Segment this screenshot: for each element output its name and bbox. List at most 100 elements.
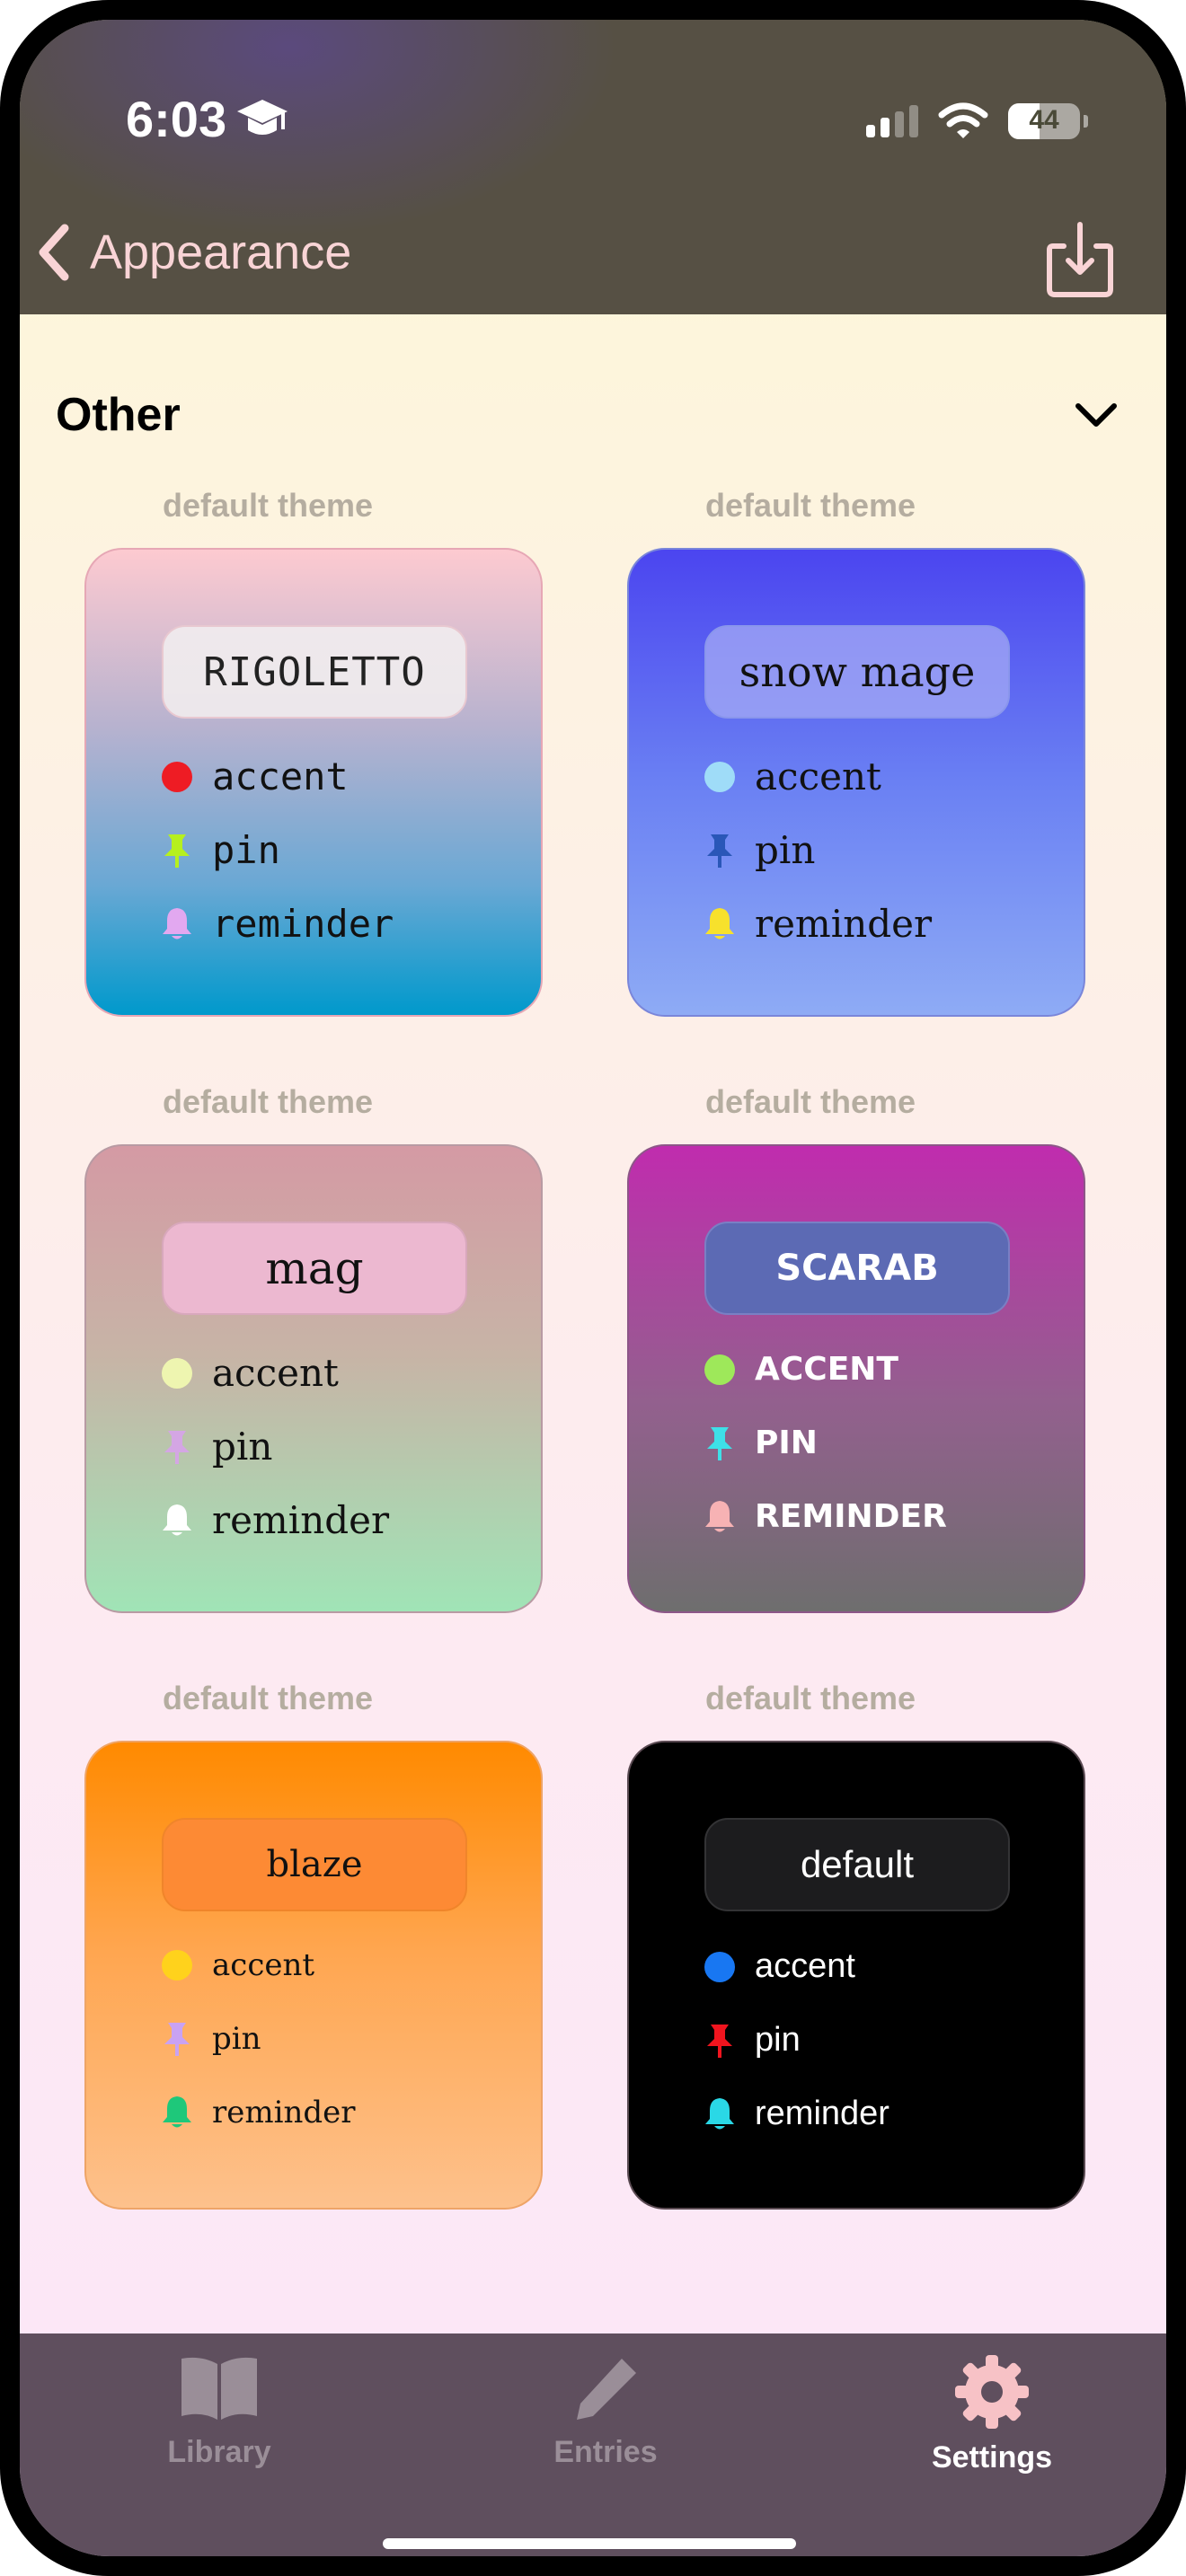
theme-card-snow-mage[interactable]: snow mage accent pin reminder [627,548,1085,1017]
theme-name: blaze [266,1844,363,1885]
graduation-cap-icon [237,99,288,135]
accent-row: accent [703,754,881,798]
battery-level: 44 [1029,105,1059,135]
pin-row: pin [160,2021,261,2057]
pin-label: pin [212,2021,261,2057]
reminder-row: reminder [160,2095,356,2130]
bell-icon [163,1504,191,1535]
pin-row: pin [703,2021,801,2060]
accent-row: accent [160,754,349,798]
export-icon[interactable] [1044,219,1116,300]
theme-name: RIGOLETTO [203,648,426,695]
status-time: 6:03 [126,90,289,148]
accent-dot [704,1354,735,1385]
pin-label: pin [212,828,280,872]
app-screen: 6:03 44 Appearance Other default theme d… [20,20,1166,2556]
theme-caption: default theme [162,487,374,524]
pin-icon [707,1426,732,1460]
accent-dot [162,1950,192,1981]
home-indicator[interactable] [383,2538,796,2549]
tab-bar: Library Entries Settings [20,2333,1166,2556]
navigation-header: 6:03 44 Appearance [20,20,1166,314]
pin-label: pin [212,1425,273,1469]
accent-dot [704,1951,735,1982]
theme-name-pill: RIGOLETTO [162,625,467,719]
accent-dot [704,761,735,792]
nav-title: Appearance [90,225,352,279]
reminder-label: reminder [755,2095,890,2132]
book-icon [181,2357,257,2420]
reminder-row: REMINDER [703,1498,947,1535]
pin-row: pin [160,828,280,872]
tab-label: Library [167,2435,271,2469]
theme-name-pill: default [704,1818,1010,1911]
theme-caption: default theme [704,1680,916,1716]
accent-row: accent [703,1947,855,1986]
clock: 6:03 [126,91,227,147]
status-indicators: 44 [866,102,1088,140]
accent-label: accent [755,754,881,798]
accent-row: accent [160,1947,314,1983]
tab-library[interactable]: Library [111,2353,327,2470]
device-frame: 6:03 44 Appearance Other default theme d… [0,0,1186,2576]
reminder-row: reminder [160,1498,389,1542]
tab-settings[interactable]: Settings [884,2353,1100,2475]
theme-card-mag[interactable]: mag accent pin reminder [84,1144,543,1613]
pin-icon [164,2023,190,2056]
theme-name-pill: SCARAB [704,1222,1010,1315]
accent-dot [162,1357,192,1389]
theme-card-rigoletto[interactable]: RIGOLETTO accent pin reminder [84,548,543,1017]
pin-icon [707,834,732,868]
gear-icon [955,2355,1029,2429]
theme-name-pill: snow mage [704,625,1010,719]
chevron-left-icon [39,224,69,281]
reminder-label: reminder [212,902,394,946]
reminder-row: reminder [160,902,394,946]
theme-card-scarab[interactable]: SCARAB ACCENT PIN REMINDER [627,1144,1085,1613]
cellular-signal-icon [866,105,918,137]
wifi-icon [938,102,988,138]
pencil-icon [577,2359,636,2420]
accent-label: accent [212,754,349,798]
reminder-label: REMINDER [755,1498,947,1535]
bell-icon [705,907,734,939]
bell-icon [705,2097,734,2129]
theme-name-pill: blaze [162,1818,467,1911]
theme-name: default [800,1843,915,1885]
section-title: Other [56,389,181,441]
pin-icon [164,834,190,868]
accent-row: accent [160,1351,339,1395]
reminder-row: reminder [703,2095,890,2133]
theme-name: snow mage [739,648,976,696]
tab-entries[interactable]: Entries [498,2353,713,2470]
theme-caption: default theme [704,487,916,524]
accent-label: accent [755,1947,855,1985]
pin-row: PIN [703,1425,818,1461]
battery-icon: 44 [1008,103,1088,139]
accent-dot [162,761,192,792]
chevron-down-icon[interactable] [1069,395,1123,435]
tab-label: Entries [553,2435,658,2469]
theme-name: SCARAB [775,1248,939,1289]
tab-label: Settings [931,2440,1053,2475]
pin-icon [164,1430,190,1464]
theme-caption: default theme [162,1083,374,1120]
reminder-row: reminder [703,902,932,946]
reminder-label: reminder [212,2095,356,2130]
reminder-label: reminder [212,1498,390,1542]
pin-icon [707,2024,732,2058]
theme-name-pill: mag [162,1222,467,1315]
accent-row: ACCENT [703,1351,898,1388]
pin-label: PIN [755,1425,818,1461]
bell-icon [705,1500,734,1531]
theme-card-blaze[interactable]: blaze accent pin reminder [84,1741,543,2210]
theme-caption: default theme [162,1680,374,1716]
pin-label: pin [755,2021,801,2059]
back-button[interactable]: Appearance [32,221,351,284]
pin-row: pin [160,1425,272,1469]
theme-name: mag [265,1242,364,1294]
bell-icon [163,2096,191,2128]
theme-card-default[interactable]: default accent pin reminder [627,1741,1085,2210]
pin-label: pin [755,828,816,872]
accent-label: accent [212,1351,339,1395]
